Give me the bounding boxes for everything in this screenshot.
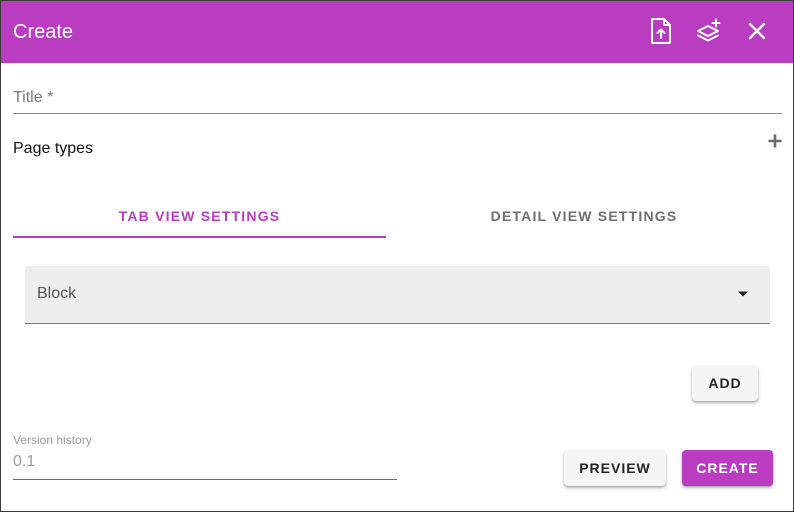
- block-select-value: Block: [37, 285, 77, 302]
- dropdown-arrow-icon: [738, 291, 748, 297]
- version-underline: [13, 479, 397, 480]
- dialog-header: Create: [1, 1, 793, 63]
- create-button[interactable]: Create: [682, 450, 773, 486]
- title-field: [13, 83, 782, 114]
- close-button[interactable]: [743, 17, 771, 45]
- settings-tabs: Tab view settings Detail view settings: [13, 196, 782, 240]
- version-history-field: [13, 449, 397, 480]
- create-dialog: Create Page types: [0, 0, 794, 512]
- title-underline: [13, 113, 782, 114]
- tab-detail-view-settings[interactable]: Detail view settings: [394, 196, 774, 236]
- preview-button[interactable]: Preview: [564, 450, 666, 486]
- block-select-underline: [25, 323, 770, 324]
- dialog-title: Create: [13, 21, 74, 43]
- upload-button[interactable]: [647, 17, 675, 45]
- active-tab-indicator: [13, 236, 386, 238]
- file-upload-icon: [651, 18, 671, 44]
- add-button[interactable]: Add: [692, 365, 758, 401]
- title-input[interactable]: [13, 83, 782, 113]
- add-layer-button[interactable]: [695, 17, 723, 45]
- plus-icon: [768, 134, 782, 148]
- version-history-input[interactable]: [13, 449, 397, 475]
- layers-add-icon: [697, 18, 721, 42]
- tab-tab-view-settings[interactable]: Tab view settings: [13, 196, 386, 236]
- add-page-type-button[interactable]: [765, 131, 785, 151]
- close-icon: [748, 22, 766, 40]
- block-select[interactable]: Block: [25, 266, 770, 324]
- page-types-label: Page types: [13, 140, 94, 157]
- version-history-label: Version history: [13, 433, 92, 447]
